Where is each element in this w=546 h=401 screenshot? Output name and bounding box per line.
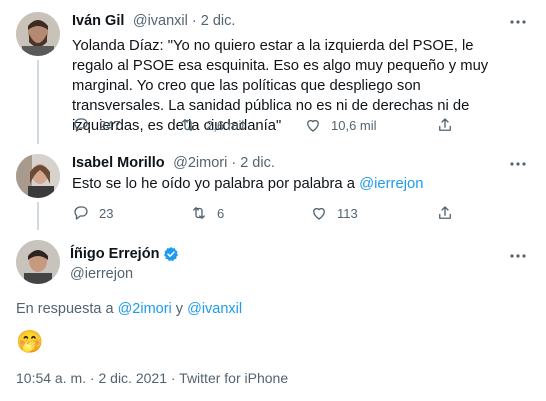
tweet-timestamp[interactable]: 10:54 a. m. · 2 dic. 2021 · Twitter for … <box>16 370 288 386</box>
mention-link[interactable]: @2imori <box>118 301 172 317</box>
like-count: 113 <box>337 205 358 221</box>
avatar[interactable] <box>16 12 60 56</box>
more-icon[interactable] <box>508 12 528 32</box>
reply-icon <box>74 206 88 220</box>
handle-time[interactable]: @2imori · 2 dic. <box>173 155 275 171</box>
emoji-text: 🤭 <box>16 329 44 354</box>
reply-icon <box>74 118 88 132</box>
tweet-text-prefix: Esto se lo he oído yo palabra por palabr… <box>72 176 360 192</box>
reply-count: 23 <box>99 205 114 221</box>
more-icon[interactable] <box>508 246 528 266</box>
tweet-header: Isabel Morillo @2imori · 2 dic. <box>72 154 275 172</box>
like-icon <box>313 207 325 220</box>
thread-line <box>37 60 39 144</box>
reply-context-conj: y <box>171 301 188 317</box>
like-icon <box>307 119 319 132</box>
reply-button[interactable]: 23 <box>72 204 113 222</box>
retweet-count: 2,6 mil <box>206 117 245 133</box>
like-button[interactable]: 10,6 mil <box>304 116 377 134</box>
author-handle[interactable]: @ierrejon <box>70 266 133 282</box>
share-button[interactable] <box>436 116 454 134</box>
tweet-header: Iván Gil @ivanxil · 2 dic. <box>72 12 235 30</box>
mention-link[interactable]: @ivanxil <box>187 301 242 317</box>
like-button[interactable]: 113 <box>310 204 358 222</box>
reply-context: En respuesta a @2imori y @ivanxil <box>16 301 242 317</box>
avatar[interactable] <box>16 240 60 284</box>
handle-time[interactable]: @ivanxil · 2 dic. <box>133 13 236 29</box>
retweet-count: 6 <box>217 205 225 221</box>
share-icon <box>439 118 451 131</box>
avatar[interactable] <box>16 154 60 198</box>
share-icon <box>439 206 451 219</box>
retweet-icon <box>182 119 194 131</box>
author-name[interactable]: Isabel Morillo <box>72 155 165 171</box>
author-name[interactable]: Iván Gil <box>72 13 124 29</box>
reply-count: 247 <box>99 117 121 133</box>
author-name[interactable]: Íñigo Errejón <box>70 246 159 262</box>
like-count: 10,6 mil <box>331 117 377 133</box>
thread-line <box>37 202 39 230</box>
share-button[interactable] <box>436 204 454 222</box>
tweet-text: Esto se lo he oído yo palabra por palabr… <box>72 174 512 194</box>
mention-link[interactable]: @ierrejon <box>359 176 423 192</box>
verified-icon <box>164 247 179 262</box>
retweet-button[interactable]: 2,6 mil <box>179 116 244 134</box>
retweet-button[interactable]: 6 <box>190 204 224 222</box>
reply-button[interactable]: 247 <box>72 116 121 134</box>
author-name-row: Íñigo Errejón <box>70 246 179 262</box>
more-icon[interactable] <box>508 154 528 174</box>
reply-context-prefix: En respuesta a <box>16 301 118 317</box>
retweet-icon <box>193 207 205 219</box>
